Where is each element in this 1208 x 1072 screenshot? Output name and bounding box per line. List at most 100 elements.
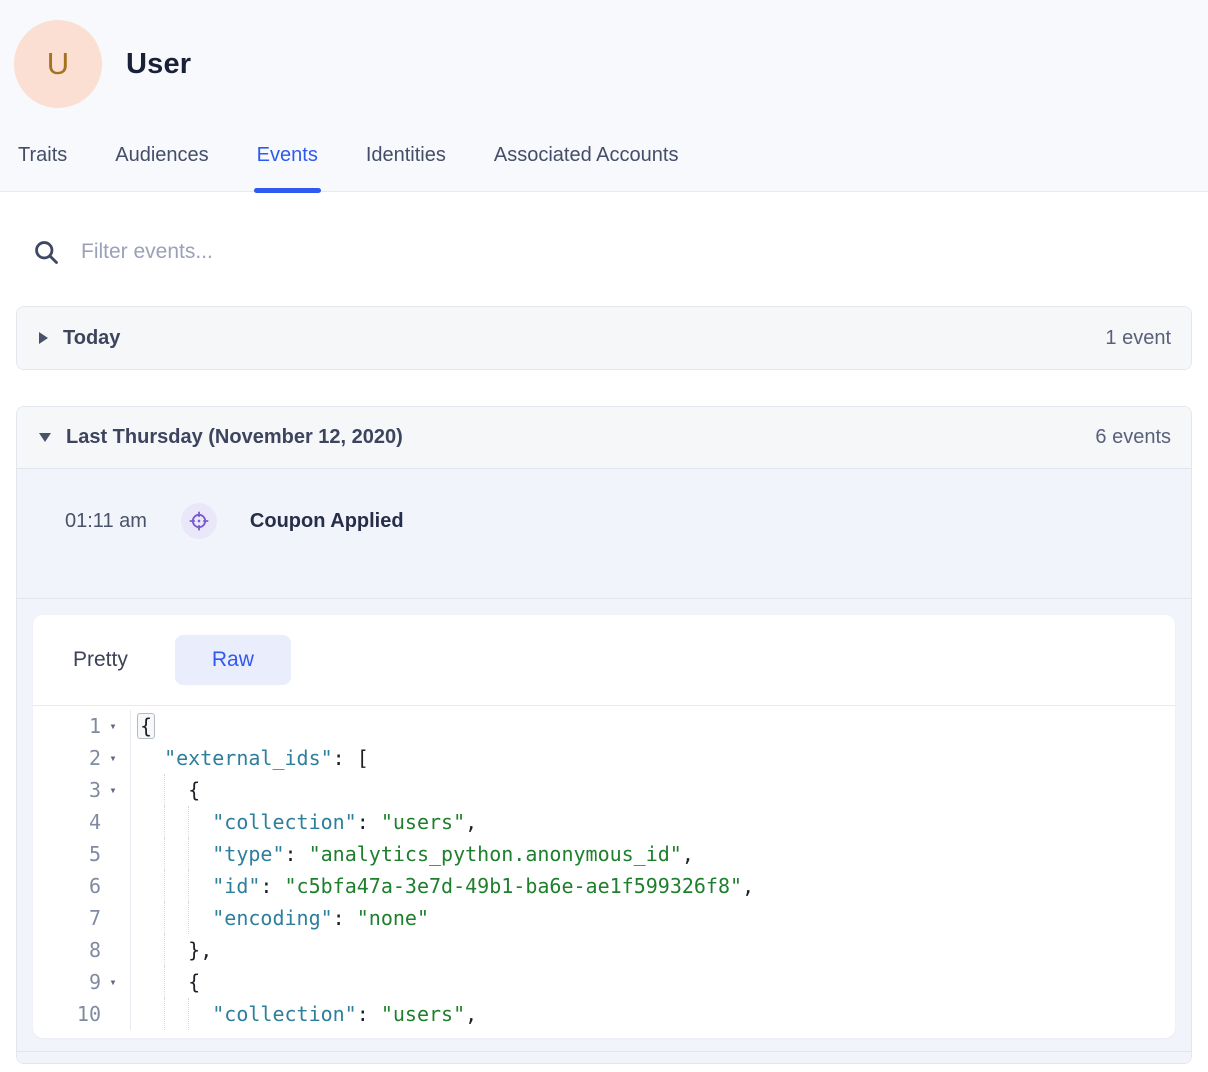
tab-events[interactable]: Events [257, 144, 318, 191]
indent-guide [140, 742, 164, 774]
code-token-key: "type" [212, 842, 284, 866]
header-top: U User [0, 0, 1208, 108]
event-name: Coupon Applied [250, 503, 404, 539]
line-gutter: 9▾ [33, 966, 131, 998]
indent-guide [140, 774, 164, 806]
indent-guide [188, 806, 212, 838]
code-token-punc: : [357, 810, 381, 834]
code-token-punc: : [357, 1002, 381, 1026]
code-line: 10 "collection": "users", [33, 998, 1175, 1030]
indent-guide [188, 870, 212, 902]
code-line: 9▾ { [33, 966, 1175, 998]
code-token-key: "external_ids" [164, 746, 333, 770]
indent-guide [188, 902, 212, 934]
tab-traits[interactable]: Traits [18, 144, 67, 191]
event-count-badge: 6 events [1095, 426, 1171, 449]
tab-associated-accounts[interactable]: Associated Accounts [494, 144, 679, 191]
code-line-text: "encoding": "none" [131, 902, 429, 934]
code-token-punc: : [333, 906, 357, 930]
section-title: Last Thursday (November 12, 2020) [66, 426, 403, 449]
indent-guide [164, 998, 188, 1030]
code-line: 2▾"external_ids": [ [33, 742, 1175, 774]
code-area[interactable]: 1▾{2▾"external_ids": [3▾{4"collection": … [33, 706, 1175, 1038]
code-line-text: }, [131, 934, 212, 966]
code-token-str: "users" [381, 1002, 465, 1026]
code-token-str: "analytics_python.anonymous_id" [309, 842, 682, 866]
indent-guide [140, 838, 164, 870]
indent-guide [140, 902, 164, 934]
section-today-header[interactable]: Today 1 event [17, 307, 1191, 369]
indent-guide [140, 806, 164, 838]
search-icon [32, 238, 60, 266]
tab-audiences[interactable]: Audiences [115, 144, 208, 191]
code-token-str: "users" [381, 810, 465, 834]
event-row[interactable]: 01:11 am Coupon Applied [17, 469, 1191, 598]
code-token-punc: }, [188, 938, 212, 962]
line-number: 2 [33, 742, 101, 774]
code-token-punc: : [260, 874, 284, 898]
line-gutter: 10 [33, 998, 131, 1030]
code-line-text: { [131, 774, 200, 806]
indent-guide [164, 774, 188, 806]
code-token-punc: , [742, 874, 754, 898]
tab-identities[interactable]: Identities [366, 144, 446, 191]
code-line-text: { [131, 710, 155, 742]
code-token-str: "c5bfa47a-3e7d-49b1-ba6e-ae1f599326f8" [285, 874, 743, 898]
payload-card: Pretty Raw 1▾{2▾"external_ids": [3▾{4"co… [33, 615, 1175, 1038]
fold-arrow-icon[interactable]: ▾ [101, 774, 125, 806]
line-number: 10 [33, 998, 101, 1030]
line-gutter: 8 [33, 934, 131, 966]
line-gutter: 5 [33, 838, 131, 870]
code-line-text: { [131, 966, 200, 998]
code-line: 8}, [33, 934, 1175, 966]
code-token-punc: { [188, 970, 200, 994]
line-number: 4 [33, 806, 101, 838]
line-gutter: 2▾ [33, 742, 131, 774]
indent-guide [164, 838, 188, 870]
section-title: Today [63, 327, 120, 350]
page-title: User [126, 48, 191, 81]
line-number: 3 [33, 774, 101, 806]
fold-arrow-icon[interactable]: ▾ [101, 966, 125, 998]
fold-arrow-icon[interactable]: ▾ [101, 742, 125, 774]
code-line-text: "collection": "users", [131, 806, 477, 838]
caret-down-icon [39, 433, 51, 442]
line-gutter: 1▾ [33, 710, 131, 742]
code-token-punc: , [465, 1002, 477, 1026]
event-icon-circle [181, 503, 217, 539]
indent-guide [140, 934, 164, 966]
code-token-punc: : [ [333, 746, 369, 770]
code-line-text: "type": "analytics_python.anonymous_id", [131, 838, 694, 870]
indent-guide [140, 966, 164, 998]
payload-view-toggle: Pretty Raw [33, 615, 1175, 706]
code-token-key: "collection" [212, 1002, 357, 1026]
code-token-punc: , [465, 810, 477, 834]
line-gutter: 6 [33, 870, 131, 902]
indent-guide [164, 902, 188, 934]
indent-guide [164, 966, 188, 998]
section-today: Today 1 event [16, 306, 1192, 370]
indent-guide [164, 870, 188, 902]
code-token-str: "none" [357, 906, 429, 930]
user-profile-page: U User Traits Audiences Events Identitie… [0, 0, 1208, 1072]
pretty-tab[interactable]: Pretty [73, 648, 128, 672]
fold-arrow-icon[interactable]: ▾ [101, 710, 125, 742]
section-last-thursday: Last Thursday (November 12, 2020) 6 even… [16, 406, 1192, 1064]
code-line: 6"id": "c5bfa47a-3e7d-49b1-ba6e-ae1f5993… [33, 870, 1175, 902]
raw-tab[interactable]: Raw [175, 635, 291, 685]
indent-guide [164, 806, 188, 838]
line-number: 9 [33, 966, 101, 998]
line-gutter: 4 [33, 806, 131, 838]
line-number: 8 [33, 934, 101, 966]
avatar-letter: U [47, 46, 69, 82]
line-gutter: 7 [33, 902, 131, 934]
tab-bar: Traits Audiences Events Identities Assoc… [0, 144, 1208, 191]
code-line-text: "external_ids": [ [131, 742, 369, 774]
indent-guide [188, 998, 212, 1030]
indent-guide [188, 838, 212, 870]
section-last-thursday-header[interactable]: Last Thursday (November 12, 2020) 6 even… [17, 407, 1191, 469]
line-number: 5 [33, 838, 101, 870]
code-token-punc: , [682, 842, 694, 866]
search-input[interactable] [81, 240, 1176, 264]
code-line: 7"encoding": "none" [33, 902, 1175, 934]
